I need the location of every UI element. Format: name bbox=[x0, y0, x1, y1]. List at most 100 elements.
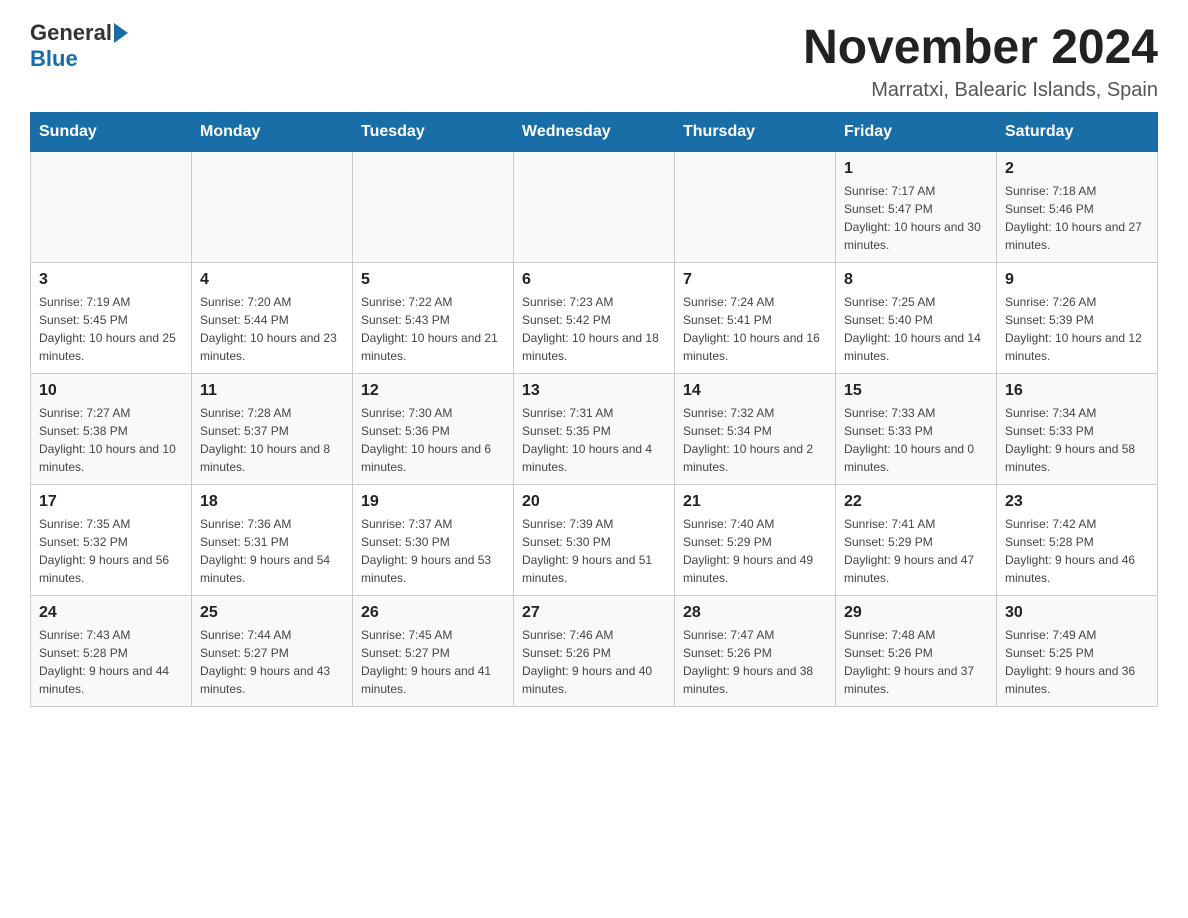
day-number: 17 bbox=[39, 493, 183, 511]
calendar-cell: 26 Sunrise: 7:45 AM Sunset: 5:27 PM Dayli… bbox=[353, 596, 514, 707]
day-info: Sunrise: 7:48 AM Sunset: 5:26 PM Dayligh… bbox=[844, 626, 988, 698]
day-number: 27 bbox=[522, 604, 666, 622]
day-number: 3 bbox=[39, 271, 183, 289]
day-info: Sunrise: 7:26 AM Sunset: 5:39 PM Dayligh… bbox=[1005, 293, 1149, 365]
calendar-cell: 1 Sunrise: 7:17 AM Sunset: 5:47 PM Daylig… bbox=[836, 152, 997, 263]
calendar-cell: 28 Sunrise: 7:47 AM Sunset: 5:26 PM Dayli… bbox=[675, 596, 836, 707]
calendar-cell: 30 Sunrise: 7:49 AM Sunset: 5:25 PM Dayli… bbox=[997, 596, 1158, 707]
calendar-cell: 12 Sunrise: 7:30 AM Sunset: 5:36 PM Dayli… bbox=[353, 374, 514, 485]
calendar-cell bbox=[514, 152, 675, 263]
day-number: 23 bbox=[1005, 493, 1149, 511]
weekday-header-thursday: Thursday bbox=[675, 113, 836, 152]
weekday-header-monday: Monday bbox=[192, 113, 353, 152]
day-number: 19 bbox=[361, 493, 505, 511]
calendar-cell: 3 Sunrise: 7:19 AM Sunset: 5:45 PM Daylig… bbox=[31, 263, 192, 374]
calendar-title: November 2024 bbox=[803, 20, 1158, 75]
calendar-cell: 17Sunrise: 7:35 AM Sunset: 5:32 PM Dayli… bbox=[31, 485, 192, 596]
weekday-header-friday: Friday bbox=[836, 113, 997, 152]
day-number: 18 bbox=[200, 493, 344, 511]
calendar-cell: 19 Sunrise: 7:37 AM Sunset: 5:30 PM Dayli… bbox=[353, 485, 514, 596]
calendar-cell: 14 Sunrise: 7:32 AM Sunset: 5:34 PM Dayli… bbox=[675, 374, 836, 485]
calendar-cell: 8 Sunrise: 7:25 AM Sunset: 5:40 PM Daylig… bbox=[836, 263, 997, 374]
calendar-week-row: 10 Sunrise: 7:27 AM Sunset: 5:38 PM Dayli… bbox=[31, 374, 1158, 485]
day-info: Sunrise: 7:41 AM Sunset: 5:29 PM Dayligh… bbox=[844, 515, 988, 587]
calendar-cell bbox=[192, 152, 353, 263]
day-number: 5 bbox=[361, 271, 505, 289]
calendar-cell bbox=[31, 152, 192, 263]
day-info: Sunrise: 7:49 AM Sunset: 5:25 PM Dayligh… bbox=[1005, 626, 1149, 698]
calendar-cell: 9 Sunrise: 7:26 AM Sunset: 5:39 PM Daylig… bbox=[997, 263, 1158, 374]
day-info: Sunrise: 7:17 AM Sunset: 5:47 PM Dayligh… bbox=[844, 182, 988, 254]
calendar-cell: 27 Sunrise: 7:46 AM Sunset: 5:26 PM Dayli… bbox=[514, 596, 675, 707]
calendar-cell: 21 Sunrise: 7:40 AM Sunset: 5:29 PM Dayli… bbox=[675, 485, 836, 596]
day-number: 22 bbox=[844, 493, 988, 511]
day-number: 25 bbox=[200, 604, 344, 622]
day-number: 16 bbox=[1005, 382, 1149, 400]
logo-blue-part bbox=[112, 23, 130, 43]
day-number: 9 bbox=[1005, 271, 1149, 289]
day-number: 15 bbox=[844, 382, 988, 400]
day-number: 1 bbox=[844, 160, 988, 178]
day-info: Sunrise: 7:23 AM Sunset: 5:42 PM Dayligh… bbox=[522, 293, 666, 365]
day-number: 10 bbox=[39, 382, 183, 400]
day-info: Sunrise: 7:20 AM Sunset: 5:44 PM Dayligh… bbox=[200, 293, 344, 365]
day-number: 6 bbox=[522, 271, 666, 289]
day-info: Sunrise: 7:28 AM Sunset: 5:37 PM Dayligh… bbox=[200, 404, 344, 476]
calendar-cell: 15 Sunrise: 7:33 AM Sunset: 5:33 PM Dayli… bbox=[836, 374, 997, 485]
day-info: Sunrise: 7:19 AM Sunset: 5:45 PM Dayligh… bbox=[39, 293, 183, 365]
day-info: Sunrise: 7:45 AM Sunset: 5:27 PM Dayligh… bbox=[361, 626, 505, 698]
calendar-cell: 2 Sunrise: 7:18 AM Sunset: 5:46 PM Daylig… bbox=[997, 152, 1158, 263]
calendar-cell: 10 Sunrise: 7:27 AM Sunset: 5:38 PM Dayli… bbox=[31, 374, 192, 485]
logo: General Blue bbox=[30, 20, 130, 72]
logo-blue-text: Blue bbox=[30, 46, 78, 72]
day-info: Sunrise: 7:47 AM Sunset: 5:26 PM Dayligh… bbox=[683, 626, 827, 698]
day-info: Sunrise: 7:37 AM Sunset: 5:30 PM Dayligh… bbox=[361, 515, 505, 587]
day-info: Sunrise: 7:40 AM Sunset: 5:29 PM Dayligh… bbox=[683, 515, 827, 587]
calendar-cell: 18 Sunrise: 7:36 AM Sunset: 5:31 PM Dayli… bbox=[192, 485, 353, 596]
day-number: 26 bbox=[361, 604, 505, 622]
weekday-header-sunday: Sunday bbox=[31, 113, 192, 152]
day-number: 2 bbox=[1005, 160, 1149, 178]
calendar-table: SundayMondayTuesdayWednesdayThursdayFrid… bbox=[30, 112, 1158, 707]
day-info: Sunrise: 7:46 AM Sunset: 5:26 PM Dayligh… bbox=[522, 626, 666, 698]
calendar-week-row: 24Sunrise: 7:43 AM Sunset: 5:28 PM Dayli… bbox=[31, 596, 1158, 707]
calendar-cell: 11 Sunrise: 7:28 AM Sunset: 5:37 PM Dayli… bbox=[192, 374, 353, 485]
weekday-header-wednesday: Wednesday bbox=[514, 113, 675, 152]
day-info: Sunrise: 7:30 AM Sunset: 5:36 PM Dayligh… bbox=[361, 404, 505, 476]
calendar-cell: 24Sunrise: 7:43 AM Sunset: 5:28 PM Dayli… bbox=[31, 596, 192, 707]
day-info: Sunrise: 7:36 AM Sunset: 5:31 PM Dayligh… bbox=[200, 515, 344, 587]
day-info: Sunrise: 7:34 AM Sunset: 5:33 PM Dayligh… bbox=[1005, 404, 1149, 476]
logo-general-text: General bbox=[30, 20, 112, 46]
calendar-cell: 20Sunrise: 7:39 AM Sunset: 5:30 PM Dayli… bbox=[514, 485, 675, 596]
calendar-cell: 7Sunrise: 7:24 AM Sunset: 5:41 PM Daylig… bbox=[675, 263, 836, 374]
weekday-header-row: SundayMondayTuesdayWednesdayThursdayFrid… bbox=[31, 113, 1158, 152]
calendar-subtitle: Marratxi, Balearic Islands, Spain bbox=[803, 79, 1158, 102]
day-number: 21 bbox=[683, 493, 827, 511]
day-info: Sunrise: 7:18 AM Sunset: 5:46 PM Dayligh… bbox=[1005, 182, 1149, 254]
day-number: 4 bbox=[200, 271, 344, 289]
day-number: 8 bbox=[844, 271, 988, 289]
calendar-cell: 13Sunrise: 7:31 AM Sunset: 5:35 PM Dayli… bbox=[514, 374, 675, 485]
day-info: Sunrise: 7:33 AM Sunset: 5:33 PM Dayligh… bbox=[844, 404, 988, 476]
calendar-cell: 16 Sunrise: 7:34 AM Sunset: 5:33 PM Dayli… bbox=[997, 374, 1158, 485]
calendar-cell bbox=[353, 152, 514, 263]
day-number: 14 bbox=[683, 382, 827, 400]
day-info: Sunrise: 7:43 AM Sunset: 5:28 PM Dayligh… bbox=[39, 626, 183, 698]
day-number: 30 bbox=[1005, 604, 1149, 622]
calendar-cell: 22 Sunrise: 7:41 AM Sunset: 5:29 PM Dayli… bbox=[836, 485, 997, 596]
day-info: Sunrise: 7:25 AM Sunset: 5:40 PM Dayligh… bbox=[844, 293, 988, 365]
logo-arrow-icon bbox=[114, 23, 128, 43]
calendar-week-row: 3 Sunrise: 7:19 AM Sunset: 5:45 PM Daylig… bbox=[31, 263, 1158, 374]
day-number: 12 bbox=[361, 382, 505, 400]
day-info: Sunrise: 7:24 AM Sunset: 5:41 PM Dayligh… bbox=[683, 293, 827, 365]
calendar-cell bbox=[675, 152, 836, 263]
calendar-week-row: 17Sunrise: 7:35 AM Sunset: 5:32 PM Dayli… bbox=[31, 485, 1158, 596]
day-info: Sunrise: 7:32 AM Sunset: 5:34 PM Dayligh… bbox=[683, 404, 827, 476]
calendar-cell: 4 Sunrise: 7:20 AM Sunset: 5:44 PM Daylig… bbox=[192, 263, 353, 374]
calendar-week-row: 1 Sunrise: 7:17 AM Sunset: 5:47 PM Daylig… bbox=[31, 152, 1158, 263]
day-info: Sunrise: 7:27 AM Sunset: 5:38 PM Dayligh… bbox=[39, 404, 183, 476]
day-number: 29 bbox=[844, 604, 988, 622]
day-number: 28 bbox=[683, 604, 827, 622]
title-section: November 2024 Marratxi, Balearic Islands… bbox=[803, 20, 1158, 102]
day-number: 11 bbox=[200, 382, 344, 400]
